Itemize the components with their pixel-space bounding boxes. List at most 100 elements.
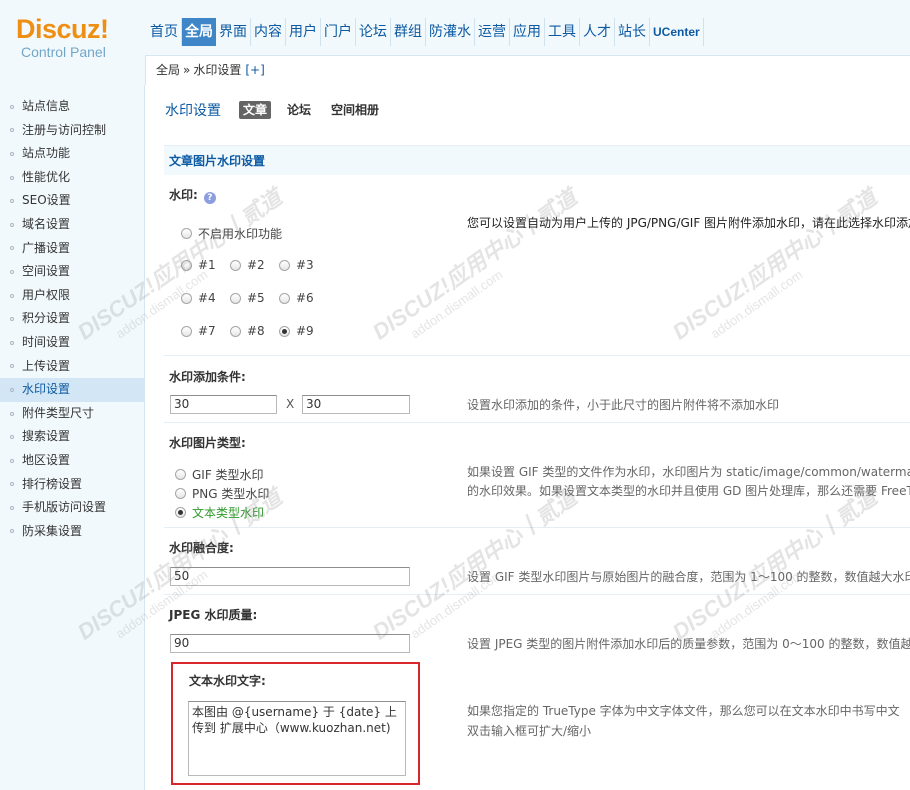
sidebar-item-upload[interactable]: 上传设置 <box>0 355 144 379</box>
radio-circle[interactable] <box>181 259 192 271</box>
nav-user[interactable]: 用户 <box>286 18 321 46</box>
nav-group[interactable]: 群组 <box>391 18 426 46</box>
bullet-icon <box>10 435 14 440</box>
type-desc-line2: 的水印效果。如果设置文本类型的水印并且使用 GD 图片处理库，那么还需要 Fre… <box>467 484 910 498</box>
sidebar-item-time[interactable]: 时间设置 <box>0 331 144 355</box>
nav-operation[interactable]: 运营 <box>475 18 510 46</box>
bullet-icon <box>10 364 14 369</box>
bullet-icon <box>10 387 14 392</box>
control-panel: Discuz! Control Panel 首页 全局 界面 内容 用户 门户 … <box>0 0 910 790</box>
radio-label: 文本类型水印 <box>192 506 265 520</box>
radio-position-1[interactable]: #1 <box>181 258 216 272</box>
radio-circle[interactable] <box>230 292 241 304</box>
sidebar-item-search[interactable]: 搜索设置 <box>0 425 144 449</box>
nav-style[interactable]: 界面 <box>216 18 251 46</box>
radio-position-8[interactable]: #8 <box>230 324 265 338</box>
radio-label: 不启用水印功能 <box>198 227 283 241</box>
sidebar-item-site-info[interactable]: 站点信息 <box>0 95 144 119</box>
sidebar-item-watermark[interactable]: 水印设置 <box>0 378 144 402</box>
nav-content[interactable]: 内容 <box>251 18 286 46</box>
radio-circle[interactable] <box>175 488 186 499</box>
radio-circle-selected[interactable] <box>175 507 186 518</box>
sidebar-item-site-features[interactable]: 站点功能 <box>0 142 144 166</box>
radio-circle[interactable] <box>279 292 290 304</box>
breadcrumb-current: 水印设置 <box>193 63 242 77</box>
nav-antispam[interactable]: 防灌水 <box>426 18 475 46</box>
nav-apps[interactable]: 应用 <box>510 18 545 46</box>
bullet-icon <box>10 128 14 133</box>
sidebar-item-label: SEO设置 <box>22 193 71 208</box>
radio-type-text[interactable]: 文本类型水印 <box>175 504 264 521</box>
radio-label: #7 <box>198 324 216 338</box>
nav-home[interactable]: 首页 <box>147 18 182 46</box>
sidebar-item-register-access[interactable]: 注册与访问控制 <box>0 119 144 143</box>
bullet-icon <box>10 175 14 180</box>
nav-talent[interactable]: 人才 <box>580 18 615 46</box>
radio-position-7[interactable]: #7 <box>181 324 216 338</box>
bullet-icon <box>10 246 14 251</box>
bullet-icon <box>10 529 14 534</box>
sidebar: 站点信息 注册与访问控制 站点功能 性能优化 SEO设置 域名设置 广播设置 空… <box>0 85 145 790</box>
sidebar-item-user-permissions[interactable]: 用户权限 <box>0 284 144 308</box>
radio-circle[interactable] <box>181 325 192 337</box>
condition-width-input[interactable]: 30 <box>170 395 277 414</box>
radio-label: GIF 类型水印 <box>192 468 264 482</box>
main-content: 水印设置 文章 论坛 空间相册 文章图片水印设置 水印:? 您可以设置自动为用户… <box>147 86 910 790</box>
question-icon[interactable]: ? <box>203 192 216 204</box>
quality-desc: 设置 JPEG 类型的图片附件添加水印后的质量参数，范围为 0～100 的整数，… <box>467 637 910 651</box>
radio-position-5[interactable]: #5 <box>230 291 265 305</box>
radio-position-9[interactable]: #9 <box>279 324 314 338</box>
radio-position-2[interactable]: #2 <box>230 258 265 272</box>
sidebar-item-credits[interactable]: 积分设置 <box>0 307 144 331</box>
sidebar-item-label: 域名设置 <box>22 216 71 231</box>
sidebar-item-label: 积分设置 <box>22 311 71 326</box>
radio-circle[interactable] <box>230 325 241 337</box>
divider <box>164 594 910 595</box>
trans-input[interactable]: 50 <box>170 567 410 586</box>
sidebar-item-label: 地区设置 <box>22 452 71 467</box>
trans-desc: 设置 GIF 类型水印图片与原始图片的融合度，范围为 1～100 的整数，数值越… <box>467 570 910 584</box>
bullet-icon <box>10 317 14 322</box>
logo[interactable]: Discuz! Control Panel <box>16 14 136 60</box>
breadcrumb-root[interactable]: 全局 <box>156 63 180 77</box>
radio-position-6[interactable]: #6 <box>279 291 314 305</box>
radio-circle[interactable] <box>175 469 186 480</box>
page-title: 水印设置 <box>165 103 221 119</box>
quality-input[interactable]: 90 <box>170 634 410 653</box>
tab-article[interactable]: 文章 <box>239 101 272 119</box>
radio-circle[interactable] <box>181 292 192 304</box>
tab-forum[interactable]: 论坛 <box>283 101 315 119</box>
radio-circle[interactable] <box>181 228 192 239</box>
highlight-box <box>171 662 420 785</box>
radio-type-png[interactable]: PNG 类型水印 <box>175 485 269 502</box>
sidebar-item-mobile[interactable]: 手机版访问设置 <box>0 496 144 520</box>
condition-height-input[interactable]: 30 <box>302 395 410 414</box>
sidebar-item-seo[interactable]: SEO设置 <box>0 189 144 213</box>
sidebar-item-ranking[interactable]: 排行榜设置 <box>0 473 144 497</box>
radio-no-watermark[interactable]: 不启用水印功能 <box>181 225 282 242</box>
radio-circle[interactable] <box>279 259 290 271</box>
nav-portal[interactable]: 门户 <box>321 18 356 46</box>
sidebar-item-domain[interactable]: 域名设置 <box>0 213 144 237</box>
sidebar-item-performance[interactable]: 性能优化 <box>0 166 144 190</box>
nav-ucenter[interactable]: UCenter <box>650 18 704 46</box>
nav-forum[interactable]: 论坛 <box>356 18 391 46</box>
trans-label: 水印融合度: <box>169 541 234 555</box>
add-shortcut-button[interactable]: [+] <box>245 63 264 77</box>
sidebar-item-region[interactable]: 地区设置 <box>0 449 144 473</box>
radio-position-4[interactable]: #4 <box>181 291 216 305</box>
radio-circle-selected[interactable] <box>279 325 290 337</box>
nav-founder[interactable]: 站长 <box>615 18 650 46</box>
radio-position-3[interactable]: #3 <box>279 258 314 272</box>
sidebar-item-space[interactable]: 空间设置 <box>0 260 144 284</box>
sidebar-item-anti-scrape[interactable]: 防采集设置 <box>0 520 144 544</box>
sidebar-item-broadcast[interactable]: 广播设置 <box>0 237 144 261</box>
radio-circle[interactable] <box>230 259 241 271</box>
nav-tools[interactable]: 工具 <box>545 18 580 46</box>
nav-global[interactable]: 全局 <box>182 18 216 46</box>
quality-label: JPEG 水印质量: <box>169 608 258 622</box>
bullet-icon <box>10 151 14 156</box>
radio-type-gif[interactable]: GIF 类型水印 <box>175 466 264 483</box>
sidebar-item-attachment-types[interactable]: 附件类型尺寸 <box>0 402 144 426</box>
tab-album[interactable]: 空间相册 <box>327 101 383 119</box>
